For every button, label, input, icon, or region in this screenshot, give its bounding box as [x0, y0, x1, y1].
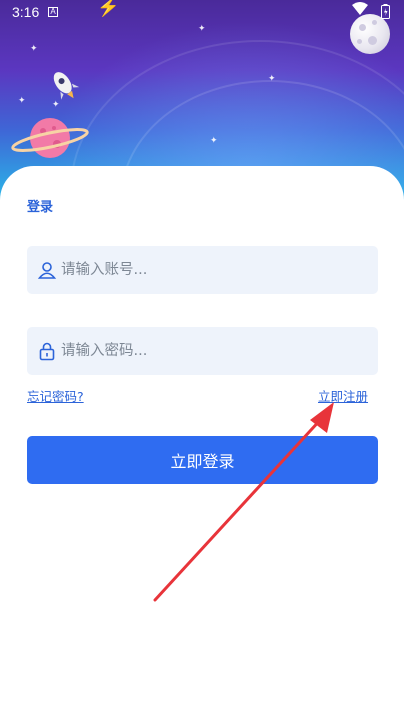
user-icon: [37, 262, 57, 279]
account-field[interactable]: [27, 246, 378, 294]
star-icon: ✦: [210, 136, 218, 146]
password-input[interactable]: [61, 327, 371, 375]
star-icon: ✦: [30, 44, 38, 54]
account-input[interactable]: [61, 246, 371, 294]
star-icon: ✦: [18, 96, 26, 106]
status-bar: 3:16 A ⚡: [0, 0, 404, 26]
bolt-icon: ⚡: [97, 0, 120, 17]
login-button[interactable]: 立即登录: [27, 436, 378, 484]
planet-icon: [11, 118, 89, 158]
wifi-icon: [352, 2, 368, 15]
lock-icon: [39, 342, 55, 361]
battery-icon: [381, 4, 390, 19]
password-field[interactable]: [27, 327, 378, 375]
star-icon: ✦: [268, 74, 276, 84]
page-title: 登录: [27, 200, 54, 215]
status-time: 3:16: [12, 4, 40, 20]
a-icon: A: [48, 7, 58, 17]
forgot-password-link[interactable]: 忘记密码?: [27, 386, 84, 405]
register-link[interactable]: 立即注册: [318, 386, 368, 405]
rocket-icon: [53, 72, 80, 100]
